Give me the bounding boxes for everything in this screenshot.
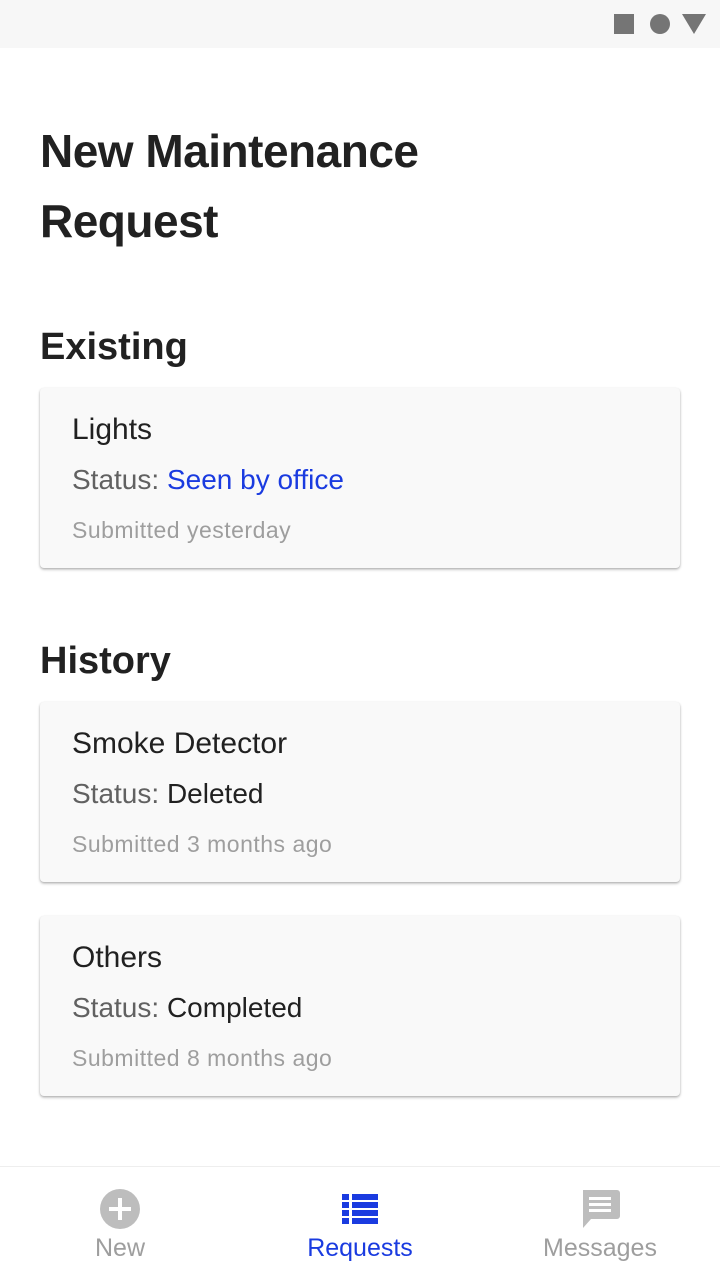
- request-title: Others: [72, 941, 163, 974]
- request-status: Status: Deleted: [72, 777, 263, 811]
- request-card-lights[interactable]: Lights Status: Seen by office Submitted …: [40, 388, 680, 568]
- nav-label-messages: Messages: [543, 1234, 657, 1262]
- bottom-nav: New Requests Messages: [0, 1166, 720, 1281]
- page-title: New Maintenance Request: [40, 125, 419, 247]
- history-heading: History: [40, 640, 171, 682]
- add-circle-icon: [0, 1187, 240, 1231]
- nav-item-requests[interactable]: Requests: [240, 1167, 480, 1281]
- request-title: Lights: [72, 413, 153, 446]
- submitted-time: Submitted yesterday: [72, 517, 292, 543]
- status-label: Status:: [72, 778, 160, 809]
- square-icon: [614, 14, 634, 34]
- status-label: Status:: [72, 464, 160, 495]
- message-icon: [480, 1187, 720, 1231]
- nav-item-new[interactable]: New: [0, 1167, 240, 1281]
- status-label: Status:: [72, 992, 160, 1023]
- request-title: Smoke Detector: [72, 727, 288, 760]
- list-icon: [240, 1187, 480, 1231]
- triangle-icon: [682, 14, 706, 34]
- request-status: Status: Completed: [72, 991, 302, 1025]
- request-status: Status: Seen by office: [72, 463, 344, 497]
- circle-icon: [650, 14, 670, 34]
- status-value: Completed: [166, 992, 303, 1023]
- request-card-smoke-detector[interactable]: Smoke Detector Status: Deleted Submitted…: [40, 702, 680, 882]
- existing-heading: Existing: [40, 326, 188, 368]
- request-card-others[interactable]: Others Status: Completed Submitted 8 mon…: [40, 916, 680, 1096]
- status-bar: [0, 0, 720, 48]
- nav-label-requests: Requests: [307, 1234, 413, 1262]
- status-value: Deleted: [166, 778, 264, 809]
- status-value: Seen by office: [166, 464, 344, 495]
- submitted-time: Submitted 8 months ago: [72, 1045, 333, 1071]
- nav-item-messages[interactable]: Messages: [480, 1167, 720, 1281]
- nav-label-new: New: [94, 1234, 145, 1262]
- submitted-time: Submitted 3 months ago: [72, 831, 333, 857]
